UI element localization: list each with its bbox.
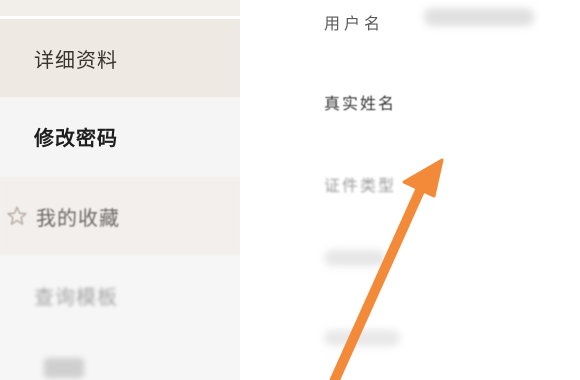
sidebar-item-label: 查询模板 <box>34 284 118 309</box>
real-name-label: 真实姓名 <box>324 94 397 113</box>
sidebar-item-favorites[interactable]: 我的收藏 <box>0 177 240 255</box>
sidebar-top-item-fragment <box>0 0 240 16</box>
sidebar-item-details[interactable]: 详细资料 <box>0 19 240 97</box>
username-value-redacted <box>424 8 534 26</box>
sidebar-item-label: 详细资料 <box>34 47 118 72</box>
blurred-field-label <box>324 250 386 266</box>
star-outline-icon <box>7 206 27 225</box>
id-type-label: 证件类型 <box>324 176 397 195</box>
blurred-field-label <box>324 330 400 346</box>
sidebar-item-change-password[interactable]: 修改密码 <box>0 97 240 175</box>
sidebar: 详细资料 修改密码 我的收藏 查询模板 <box>0 0 240 380</box>
sidebar-item-obscured[interactable] <box>0 334 240 380</box>
profile-form: 用户名 真实姓名 证件类型 <box>240 0 580 380</box>
sidebar-item-query-templates[interactable]: 查询模板 <box>0 256 240 334</box>
blurred-label-placeholder <box>44 358 84 378</box>
sidebar-item-label: 我的收藏 <box>36 205 120 230</box>
username-label: 用户名 <box>324 14 385 33</box>
sidebar-item-label: 修改密码 <box>34 125 118 150</box>
account-settings-screen: 详细资料 修改密码 我的收藏 查询模板 用户名 真实姓名 证件类型 <box>0 0 580 380</box>
